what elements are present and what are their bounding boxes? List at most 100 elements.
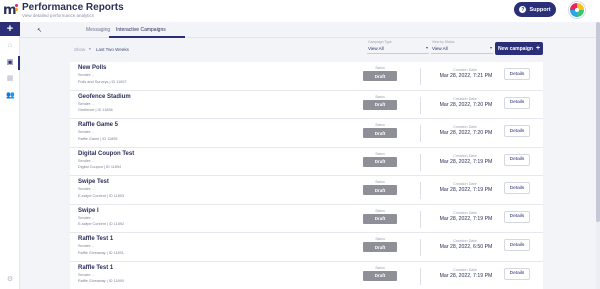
campaign-title: Swipe I <box>78 207 99 214</box>
status-badge: Draft <box>363 185 397 195</box>
details-button[interactable]: Details <box>504 96 530 109</box>
campaign-type-select[interactable]: Campaign Type View All ▾ <box>367 39 429 54</box>
campaign-title: Swipe Test <box>78 179 109 185</box>
campaign-sender: Sender: - <box>78 244 94 248</box>
campaign-title: Raffle Game 5 <box>78 122 119 128</box>
list-item: New Polls Sender: - Polls and Surveys | … <box>70 62 543 91</box>
avatar[interactable] <box>569 2 585 18</box>
chevron-down-icon: ▾ <box>489 45 492 50</box>
status-badge: Draft <box>363 213 397 224</box>
campaign-type-value: View All <box>368 46 384 51</box>
list-item: Digital Coupon Test Sender: - Digital Co… <box>70 147 543 176</box>
users-icon[interactable]: 👥 <box>6 92 15 100</box>
creation-date: Mar 28, 2022, 7:19 PM <box>439 158 493 165</box>
campaign-type-id: Raffle Game | ID 11895 <box>78 136 118 141</box>
status-badge: Draft <box>363 71 397 81</box>
tab-messaging[interactable]: Messaging <box>86 27 110 33</box>
home-icon[interactable]: ⌂ <box>6 42 14 50</box>
sidebar: + ⌂ ▣ ▦ 👥 ⚙ <box>0 22 20 289</box>
status-filter-label: View by Status <box>432 40 455 44</box>
new-campaign-button[interactable]: New campaign + <box>495 42 543 55</box>
status-label: Status <box>375 94 385 99</box>
page-subtitle: View detailed performance analytics <box>22 13 94 18</box>
campaign-type-id: E-swipe Content | ID 11893 <box>78 193 125 198</box>
campaign-title: New Polls <box>78 65 107 71</box>
row-divider <box>420 153 421 171</box>
scrollbar-thumb[interactable] <box>596 22 600 222</box>
details-button[interactable]: Details <box>504 68 530 80</box>
campaign-title: Geofence Stadium <box>78 93 131 100</box>
list-item: Raffle Test 1 Sender: - Raffle Giveaway … <box>70 261 543 289</box>
creation-date: Mar 28, 2022, 7:21 PM <box>439 73 493 79</box>
status-label: Status <box>375 237 385 241</box>
show-period-select[interactable]: Last Two Weeks <box>96 47 129 52</box>
status-label: Status <box>375 123 385 127</box>
list-item: Raffle Game 5 Sender: - Raffle Game | ID… <box>70 119 543 148</box>
status-filter-select[interactable]: View by Status View All ▾ <box>431 39 493 54</box>
creation-date-label: Creation Date <box>453 239 477 243</box>
creation-date: Mar 28, 2022, 7:19 PM <box>439 272 493 279</box>
details-button[interactable]: Details <box>504 125 530 137</box>
app-logo[interactable]: m <box>3 3 18 17</box>
sidebar-add-button[interactable]: + <box>0 22 20 36</box>
status-label: Status <box>375 180 385 184</box>
settings-icon[interactable]: ⚙ <box>6 276 14 284</box>
reports-icon[interactable]: ▣ <box>6 59 14 67</box>
creation-date-label: Creation Date <box>453 210 477 215</box>
chevron-down-icon: ▾ <box>425 45 428 50</box>
row-divider <box>420 182 421 199</box>
campaign-sender: Sender: - <box>78 215 94 220</box>
page-title: Performance Reports <box>22 2 124 13</box>
plus-icon: + <box>535 45 541 52</box>
status-label: Status <box>375 208 385 213</box>
campaign-title: Raffle Test 1 <box>78 264 114 271</box>
status-label: Status <box>375 66 385 70</box>
support-label: Support <box>529 6 551 13</box>
campaign-sender: Sender: - <box>78 187 94 191</box>
details-button[interactable]: Details <box>504 210 530 223</box>
details-button[interactable]: Details <box>504 239 530 251</box>
question-circle-icon: ? <box>519 6 527 13</box>
status-label: Status <box>375 151 385 156</box>
row-divider <box>420 68 421 85</box>
campaign-type-id: Geofence | ID 11896 <box>78 108 113 112</box>
mouse-cursor-icon: ↖ <box>37 28 43 34</box>
campaign-sender: Sender: - <box>78 158 94 163</box>
details-button[interactable]: Details <box>504 182 530 194</box>
status-badge: Draft <box>363 99 397 110</box>
active-tab-indicator <box>109 36 185 38</box>
creation-date: Mar 28, 2022, 7:20 PM <box>439 101 493 108</box>
details-button[interactable]: Details <box>504 153 530 166</box>
campaign-type-id: Raffle Giveaway | ID 11891 <box>78 250 124 255</box>
row-divider <box>420 267 421 285</box>
campaign-type-id: Digital Coupon | ID 11894 <box>78 165 122 169</box>
status-label: Status <box>375 265 385 270</box>
tab-interactive-campaigns[interactable]: Interactive Campaigns <box>116 27 166 33</box>
logo-dot-orange <box>15 8 18 11</box>
new-campaign-label: New campaign <box>497 45 533 52</box>
campaign-type-label: Campaign Type <box>368 40 392 44</box>
list-item: Swipe I Sender: - E-swipe Content | ID 1… <box>70 204 543 233</box>
campaign-list: New Polls Sender: - Polls and Surveys | … <box>70 62 543 289</box>
details-button[interactable]: Details <box>504 267 530 280</box>
status-filter-value: View All <box>432 46 448 51</box>
row-divider <box>420 125 421 142</box>
tabs-divider <box>20 37 600 38</box>
row-divider <box>420 96 421 114</box>
creation-date: Mar 28, 2022, 7:19 PM <box>439 215 493 222</box>
support-button[interactable]: ? Support <box>514 2 556 17</box>
creation-date-label: Creation Date <box>453 267 477 272</box>
list-item: Geofence Stadium Sender: - Geofence | ID… <box>70 90 543 119</box>
show-label: Show <box>74 47 86 52</box>
status-badge: Draft <box>363 242 397 252</box>
campaign-title: Digital Coupon Test <box>78 150 135 157</box>
show-caret-icon[interactable]: ▾ <box>89 47 91 51</box>
campaign-sender: Sender: - <box>78 272 94 277</box>
row-divider <box>420 210 421 228</box>
row-divider <box>420 239 421 256</box>
list-item: Raffle Test 1 Sender: - Raffle Giveaway … <box>70 233 543 262</box>
campaign-type-id: Raffle Giveaway | ID 11890 <box>78 279 124 283</box>
sidebar-active-indicator <box>18 56 20 70</box>
grid-icon[interactable]: ▦ <box>6 75 14 83</box>
status-badge: Draft <box>363 128 397 138</box>
